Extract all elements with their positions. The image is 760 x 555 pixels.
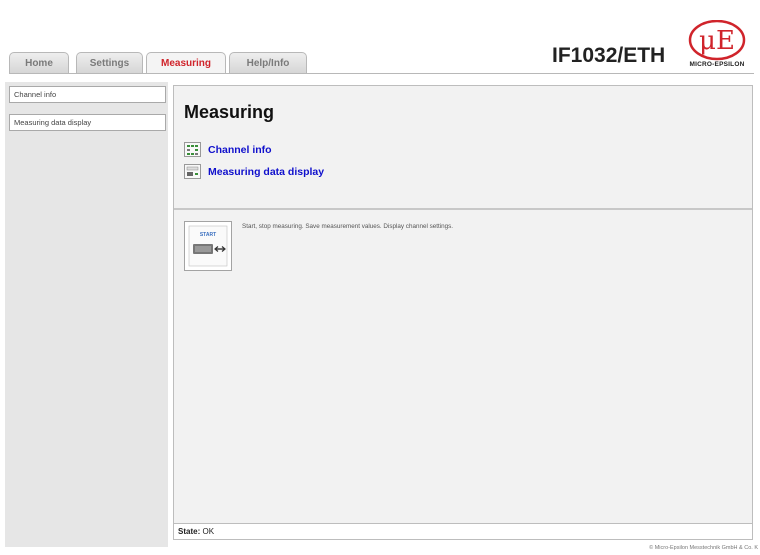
logo-text: MICRO-EPSILON: [689, 61, 745, 68]
sidebar: Channel info Measuring data display: [5, 82, 168, 547]
tab-settings[interactable]: Settings: [76, 52, 143, 73]
channel-info-link[interactable]: Channel info: [184, 142, 272, 157]
measuring-data-icon: [184, 164, 201, 179]
measuring-description: Start, stop measuring. Save measurement …: [242, 223, 454, 230]
tab-underline: [9, 73, 754, 74]
logo-mark-text: μE: [699, 26, 735, 56]
micro-epsilon-logo: μE MICRO-EPSILON: [679, 19, 755, 74]
channel-info-icon: [184, 142, 201, 157]
measuring-data-display-link[interactable]: Measuring data display: [184, 164, 324, 179]
measuring-data-display-link-label: Measuring data display: [208, 165, 325, 178]
start-measuring-thumbnail[interactable]: START: [184, 221, 232, 271]
footer-copyright: © Micro-Epsilon Messtechnik GmbH & Co. K: [649, 545, 758, 551]
sidebar-item-channel-info[interactable]: Channel info: [9, 86, 166, 103]
page-title: Measuring: [184, 102, 275, 122]
device-title: IF1032/ETH: [552, 44, 666, 67]
thumb-start-text: START: [200, 232, 216, 238]
section-divider: [174, 208, 752, 210]
start-device-icon: START: [188, 225, 228, 267]
tab-help-info[interactable]: Help/Info: [229, 52, 307, 73]
tab-measuring[interactable]: Measuring: [146, 52, 226, 74]
sidebar-item-measuring-data-display[interactable]: Measuring data display: [9, 114, 166, 131]
state-value: OK: [202, 527, 215, 536]
channel-info-link-label: Channel info: [208, 143, 272, 156]
main-panel: Measuring Channel info Measuring data di…: [173, 85, 753, 540]
status-bar: State: OK: [174, 523, 752, 539]
state-label: State:: [178, 527, 201, 536]
logo-mark-icon: μE: [688, 19, 746, 61]
tab-home[interactable]: Home: [9, 52, 69, 73]
header: Home Settings Measuring Help/Info IF1032…: [0, 0, 760, 76]
